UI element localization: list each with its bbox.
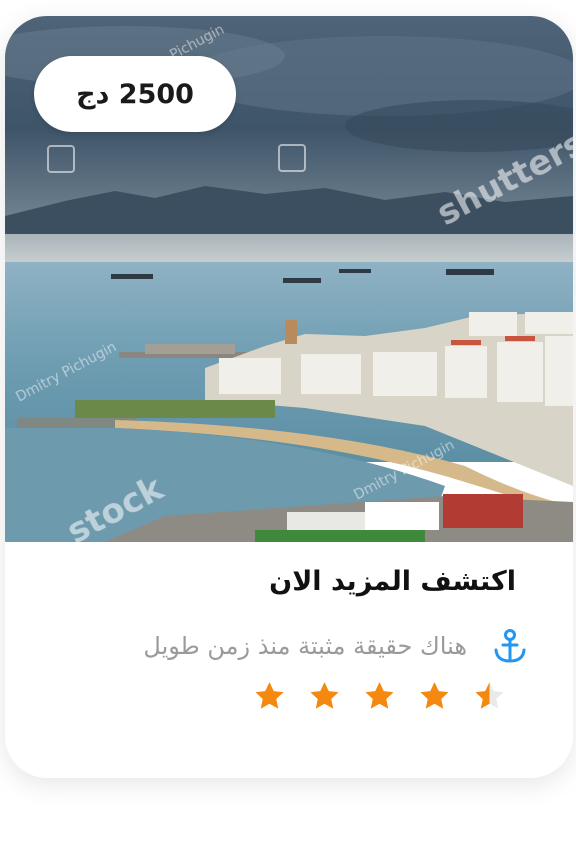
card-subtitle: هناك حقيقة مثبتة منذ زمن طويل	[143, 632, 467, 660]
price-badge: 2500 دج	[34, 56, 236, 132]
location-row: هناك حقيقة مثبتة منذ زمن طويل	[143, 628, 527, 664]
rating-stars	[253, 680, 506, 713]
card-title: اكتشف المزيد الان	[269, 566, 516, 597]
star-filled-icon	[363, 680, 396, 713]
star-filled-icon	[253, 680, 286, 713]
destination-card[interactable]: shutterstock stock Pichugin Dmitry Pichu…	[5, 16, 573, 778]
anchor-icon	[493, 628, 527, 664]
star-filled-icon	[308, 680, 341, 713]
star-filled-icon	[418, 680, 451, 713]
star-half-icon	[473, 680, 506, 713]
price-label: 2500 دج	[76, 78, 194, 110]
